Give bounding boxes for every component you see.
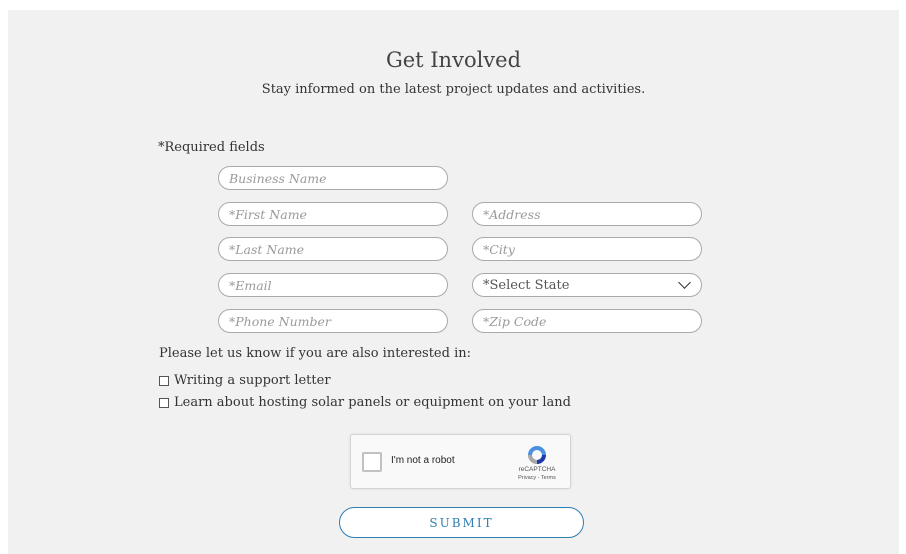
state-select-value: *Select State: [483, 277, 570, 293]
business-name-field[interactable]: [218, 166, 448, 190]
interest-hosting-solar-label: Learn about hosting solar panels or equi…: [174, 395, 571, 410]
page-subtitle: Stay informed on the latest project upda…: [261, 82, 646, 97]
zip-code-field[interactable]: [472, 309, 702, 333]
recaptcha-logo-icon: [528, 446, 546, 464]
interest-support-letter-label: Writing a support letter: [174, 373, 331, 388]
phone-number-field[interactable]: [218, 309, 448, 333]
email-field[interactable]: [218, 273, 448, 297]
first-name-field[interactable]: [218, 202, 448, 226]
recaptcha-privacy-terms[interactable]: Privacy - Terms: [507, 475, 567, 481]
recaptcha-brand: reCAPTCHA: [518, 466, 556, 473]
recaptcha-label: I'm not a robot: [391, 455, 455, 466]
submit-button[interactable]: SUBMIT: [339, 507, 584, 538]
state-select[interactable]: *Select State: [472, 273, 702, 297]
required-fields-note: *Required fields: [158, 140, 265, 155]
last-name-field[interactable]: [218, 237, 448, 261]
city-field[interactable]: [472, 237, 702, 261]
checkbox[interactable]: [159, 375, 169, 386]
checkbox[interactable]: [159, 397, 169, 408]
get-involved-panel: Get Involved Stay informed on the latest…: [8, 10, 899, 554]
chevron-down-icon: [678, 276, 691, 289]
interest-prompt: Please let us know if you are also inter…: [159, 346, 471, 361]
interest-support-letter[interactable]: Writing a support letter: [159, 373, 331, 388]
interest-hosting-solar[interactable]: Learn about hosting solar panels or equi…: [159, 395, 571, 410]
page-title: Get Involved: [385, 48, 522, 72]
recaptcha-widget: I'm not a robot reCAPTCHA Privacy - Term…: [350, 434, 571, 489]
address-field[interactable]: [472, 202, 702, 226]
recaptcha-checkbox[interactable]: [362, 452, 382, 472]
